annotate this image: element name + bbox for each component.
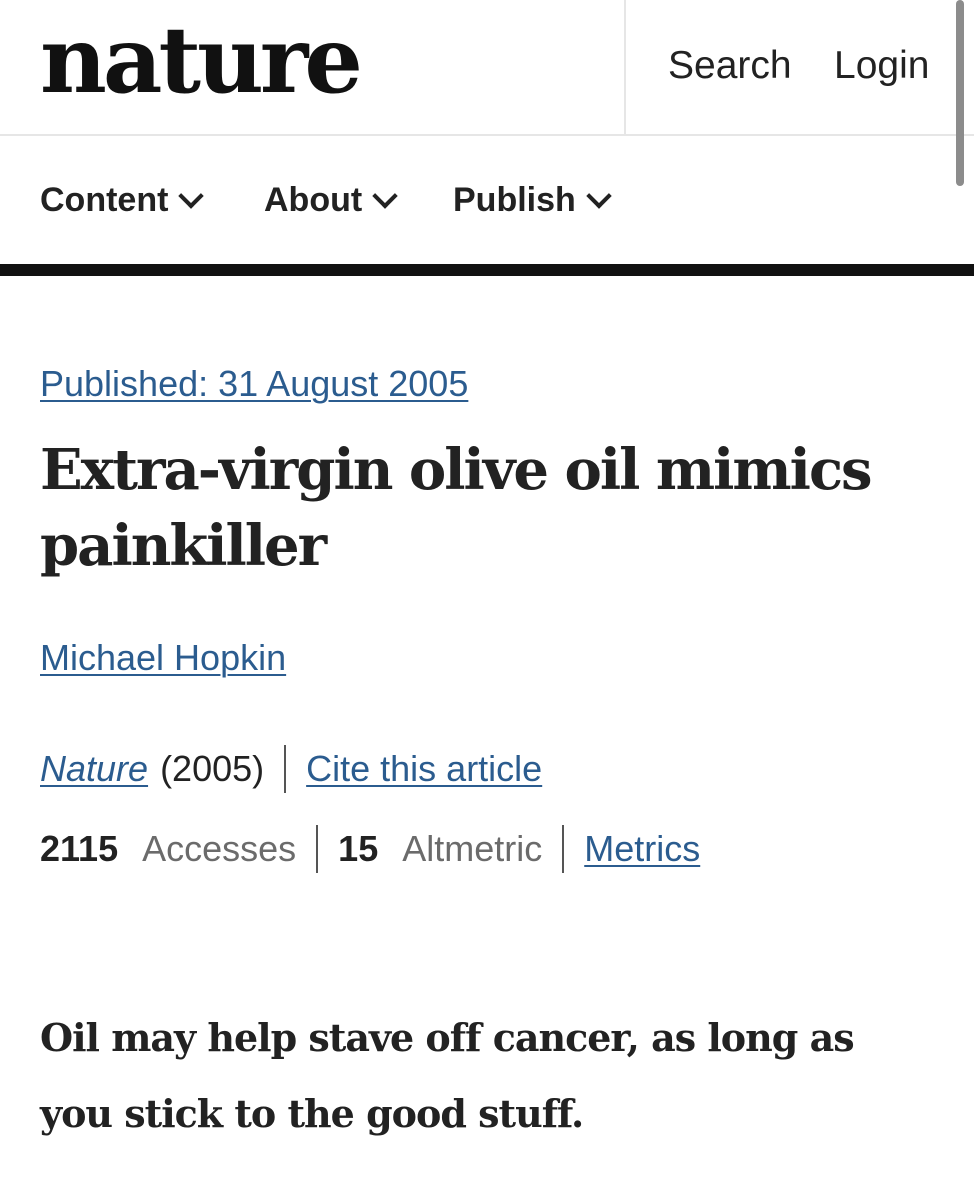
main-nav: Content About Publish	[0, 136, 974, 264]
metrics-link[interactable]: Metrics	[584, 828, 700, 870]
divider	[316, 825, 319, 873]
altmetric-count: 15	[338, 828, 379, 869]
search-link[interactable]: Search	[668, 46, 792, 85]
header-divider	[624, 0, 626, 134]
article-title: Extra-virgin olive oil mimics painkiller	[40, 437, 873, 579]
chevron-down-icon	[372, 183, 398, 209]
cite-article-link[interactable]: Cite this article	[306, 748, 542, 790]
login-link[interactable]: Login	[834, 46, 929, 85]
nav-about-label: About	[264, 180, 363, 219]
chevron-down-icon	[178, 183, 205, 209]
header-rule	[0, 264, 974, 276]
accesses-label: Accesses	[142, 828, 297, 869]
accesses-count: 2115	[40, 828, 119, 869]
article-standfirst: Oil may help stave off cancer, as long a…	[40, 1015, 855, 1136]
divider	[562, 825, 565, 873]
nav-content-menu[interactable]: Content	[40, 180, 205, 220]
divider	[284, 745, 287, 793]
site-header: nature Search Login	[0, 0, 974, 136]
citation-row: Nature (2005) Cite this article	[40, 744, 542, 794]
nav-content-label: Content	[40, 180, 169, 219]
published-date-link[interactable]: Published: 31 August 2005	[40, 364, 468, 404]
author-link[interactable]: Michael Hopkin	[40, 638, 286, 678]
nav-about-menu[interactable]: About	[264, 180, 398, 220]
nav-publish-menu[interactable]: Publish	[453, 180, 612, 220]
chevron-down-icon	[586, 183, 612, 209]
nature-logo[interactable]: nature	[40, 14, 363, 106]
nav-publish-label: Publish	[453, 180, 576, 219]
altmetric-label: Altmetric	[402, 828, 543, 869]
publication-year: (2005)	[160, 748, 265, 789]
journal-link[interactable]: Nature	[40, 748, 148, 790]
metrics-row: 2115 Accesses 15 Altmetric Metrics	[40, 824, 700, 874]
